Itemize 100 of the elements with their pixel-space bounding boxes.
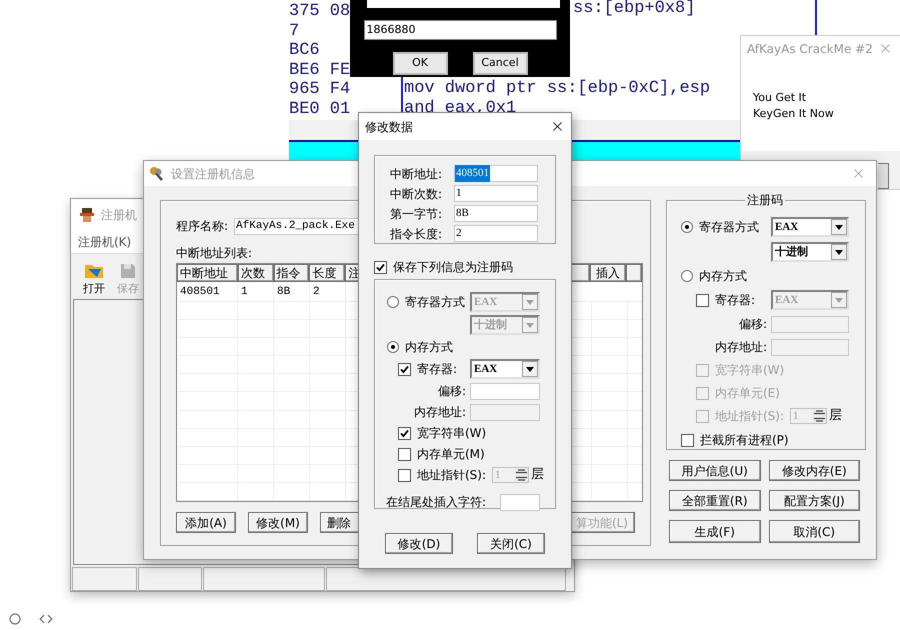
table-cell: 408501 xyxy=(177,282,238,301)
spinner-arrows-icon xyxy=(813,410,826,422)
menu-item[interactable]: 注册机(K) xyxy=(78,233,132,251)
hex-bytes: 965 F4 xyxy=(289,80,352,100)
push-button[interactable]: 关闭(C) xyxy=(477,533,545,554)
caret-icon xyxy=(526,322,534,328)
dropdown[interactable]: EAX xyxy=(470,359,540,379)
hex-bytes: BE6 FE xyxy=(289,60,352,80)
list-label: 中断地址列表: xyxy=(176,245,254,262)
radio-button[interactable] xyxy=(387,296,399,308)
input-field[interactable] xyxy=(470,382,540,400)
checkbox[interactable] xyxy=(374,260,387,274)
checkbox-label: 宽字符串(W) xyxy=(715,362,784,379)
field-label: 在结尾处插入字符: xyxy=(386,494,486,511)
field-label: 程序名称: xyxy=(176,218,228,235)
circle-icon[interactable] xyxy=(9,613,21,625)
unit-label: 层 xyxy=(829,407,842,426)
push-button[interactable]: 全部重置(R) xyxy=(669,490,760,511)
push-button[interactable]: 修改内存(E) xyxy=(768,460,860,481)
radio-button[interactable] xyxy=(681,221,693,233)
code-line: mov dword ptr ss:[ebp-0xC],esp xyxy=(404,79,710,98)
checkbox-label: 地址指针(S): xyxy=(417,467,486,484)
radio-label: 寄存器方式 xyxy=(699,219,759,236)
unit-label: 层 xyxy=(531,466,544,484)
message-text: You Get It xyxy=(753,90,808,106)
code-line: ss:[ebp+0x8] xyxy=(573,0,696,18)
checkbox[interactable] xyxy=(398,468,411,482)
code-line: and eax,0x1 xyxy=(404,98,518,118)
column-header[interactable]: 插入 xyxy=(590,264,626,282)
radio-label: 内存方式 xyxy=(405,339,453,356)
dialog-button[interactable]: Cancel xyxy=(472,52,528,75)
window-title: 设置注册机信息 xyxy=(171,166,255,182)
checkbox-label: 寄存器: xyxy=(715,292,756,309)
checkbox-label: 地址指针(S): xyxy=(715,408,784,425)
table-cell: 1 xyxy=(238,282,274,301)
push-button[interactable]: 修改(D) xyxy=(385,533,453,554)
column-header[interactable] xyxy=(626,264,642,282)
input-field[interactable]: 8B xyxy=(454,205,538,222)
radio-button[interactable] xyxy=(681,270,693,282)
checkmark-icon xyxy=(376,262,385,272)
hex-bytes: BE0 01 xyxy=(289,100,352,119)
toolbar-button[interactable]: 打开 xyxy=(81,258,107,297)
push-button[interactable]: 取消(C) xyxy=(768,520,860,543)
push-button[interactable]: 修改(M) xyxy=(248,512,308,533)
radio-label: 寄存器方式 xyxy=(405,294,465,311)
checkbox-label: 宽字符串(W) xyxy=(417,425,486,442)
radio-button[interactable] xyxy=(387,341,399,353)
checkbox-label: 拦截所有进程(P) xyxy=(700,432,789,449)
checkbox-label: 内存单元(E) xyxy=(715,385,780,402)
caret-icon xyxy=(835,298,843,302)
checkmark-icon xyxy=(400,364,409,374)
window-title: AfKayAs CrackMe #2 xyxy=(747,40,873,58)
message-text: KeyGen It Now xyxy=(753,106,835,122)
hex-bytes: BC6 xyxy=(289,41,321,60)
hex-bytes: 7 xyxy=(289,22,300,41)
input-field[interactable]: 1866880 xyxy=(364,20,556,40)
input-field[interactable]: 1 xyxy=(454,185,538,202)
window-button[interactable] xyxy=(878,163,889,189)
status-bar-panel xyxy=(72,567,137,591)
table-cell: 2 xyxy=(310,282,346,301)
checkbox-label: 内存单元(M) xyxy=(417,446,485,463)
dialog-button[interactable]: OK xyxy=(392,52,448,75)
field-label: 内存地址: xyxy=(714,339,767,356)
column-header[interactable]: 指令 xyxy=(274,264,310,282)
checkbox[interactable] xyxy=(696,294,709,306)
input-field[interactable] xyxy=(500,494,540,510)
push-button[interactable]: 用户信息(U) xyxy=(669,460,760,481)
push-button[interactable]: 添加(A) xyxy=(176,512,236,533)
input-field[interactable]: 2 xyxy=(454,225,538,242)
checkbox-label: 寄存器: xyxy=(417,361,458,378)
window-title: 注册机 xyxy=(101,207,137,224)
field-label: 偏移: xyxy=(438,383,466,400)
field-label: 中断地址: xyxy=(390,166,444,182)
group-title: 注册码 xyxy=(745,192,785,208)
checkbox[interactable] xyxy=(398,448,411,460)
checkbox[interactable] xyxy=(681,434,694,446)
code-icon[interactable] xyxy=(39,612,53,626)
checkbox[interactable] xyxy=(398,362,411,376)
window-title: 修改数据 xyxy=(365,118,413,136)
push-button[interactable]: 配置方案(J) xyxy=(768,490,860,511)
column-header[interactable]: 中断地址 xyxy=(177,264,238,282)
caret-icon xyxy=(835,250,843,254)
app-icon xyxy=(79,207,95,223)
caret-icon xyxy=(526,300,534,304)
checkbox[interactable] xyxy=(398,426,411,440)
input-field[interactable]: 408501 xyxy=(454,165,538,182)
checkmark-icon xyxy=(400,428,409,438)
column-header[interactable]: 长度 xyxy=(309,264,346,282)
push-button[interactable]: 生成(F) xyxy=(669,520,760,543)
dropdown[interactable]: 十进制 xyxy=(771,242,849,262)
field-label: 偏移: xyxy=(738,316,767,333)
checkbox-label: 保存下列信息为注册码 xyxy=(393,259,513,276)
column-header[interactable]: 次数 xyxy=(238,264,274,282)
keys-icon xyxy=(149,166,165,182)
spinner-arrows-icon xyxy=(515,469,528,481)
dropdown[interactable]: EAX xyxy=(771,217,849,237)
caret-icon xyxy=(526,366,534,372)
hex-bytes: 375 08 xyxy=(289,2,352,22)
caret-icon xyxy=(835,224,843,230)
field-label: 内存地址: xyxy=(414,404,466,421)
